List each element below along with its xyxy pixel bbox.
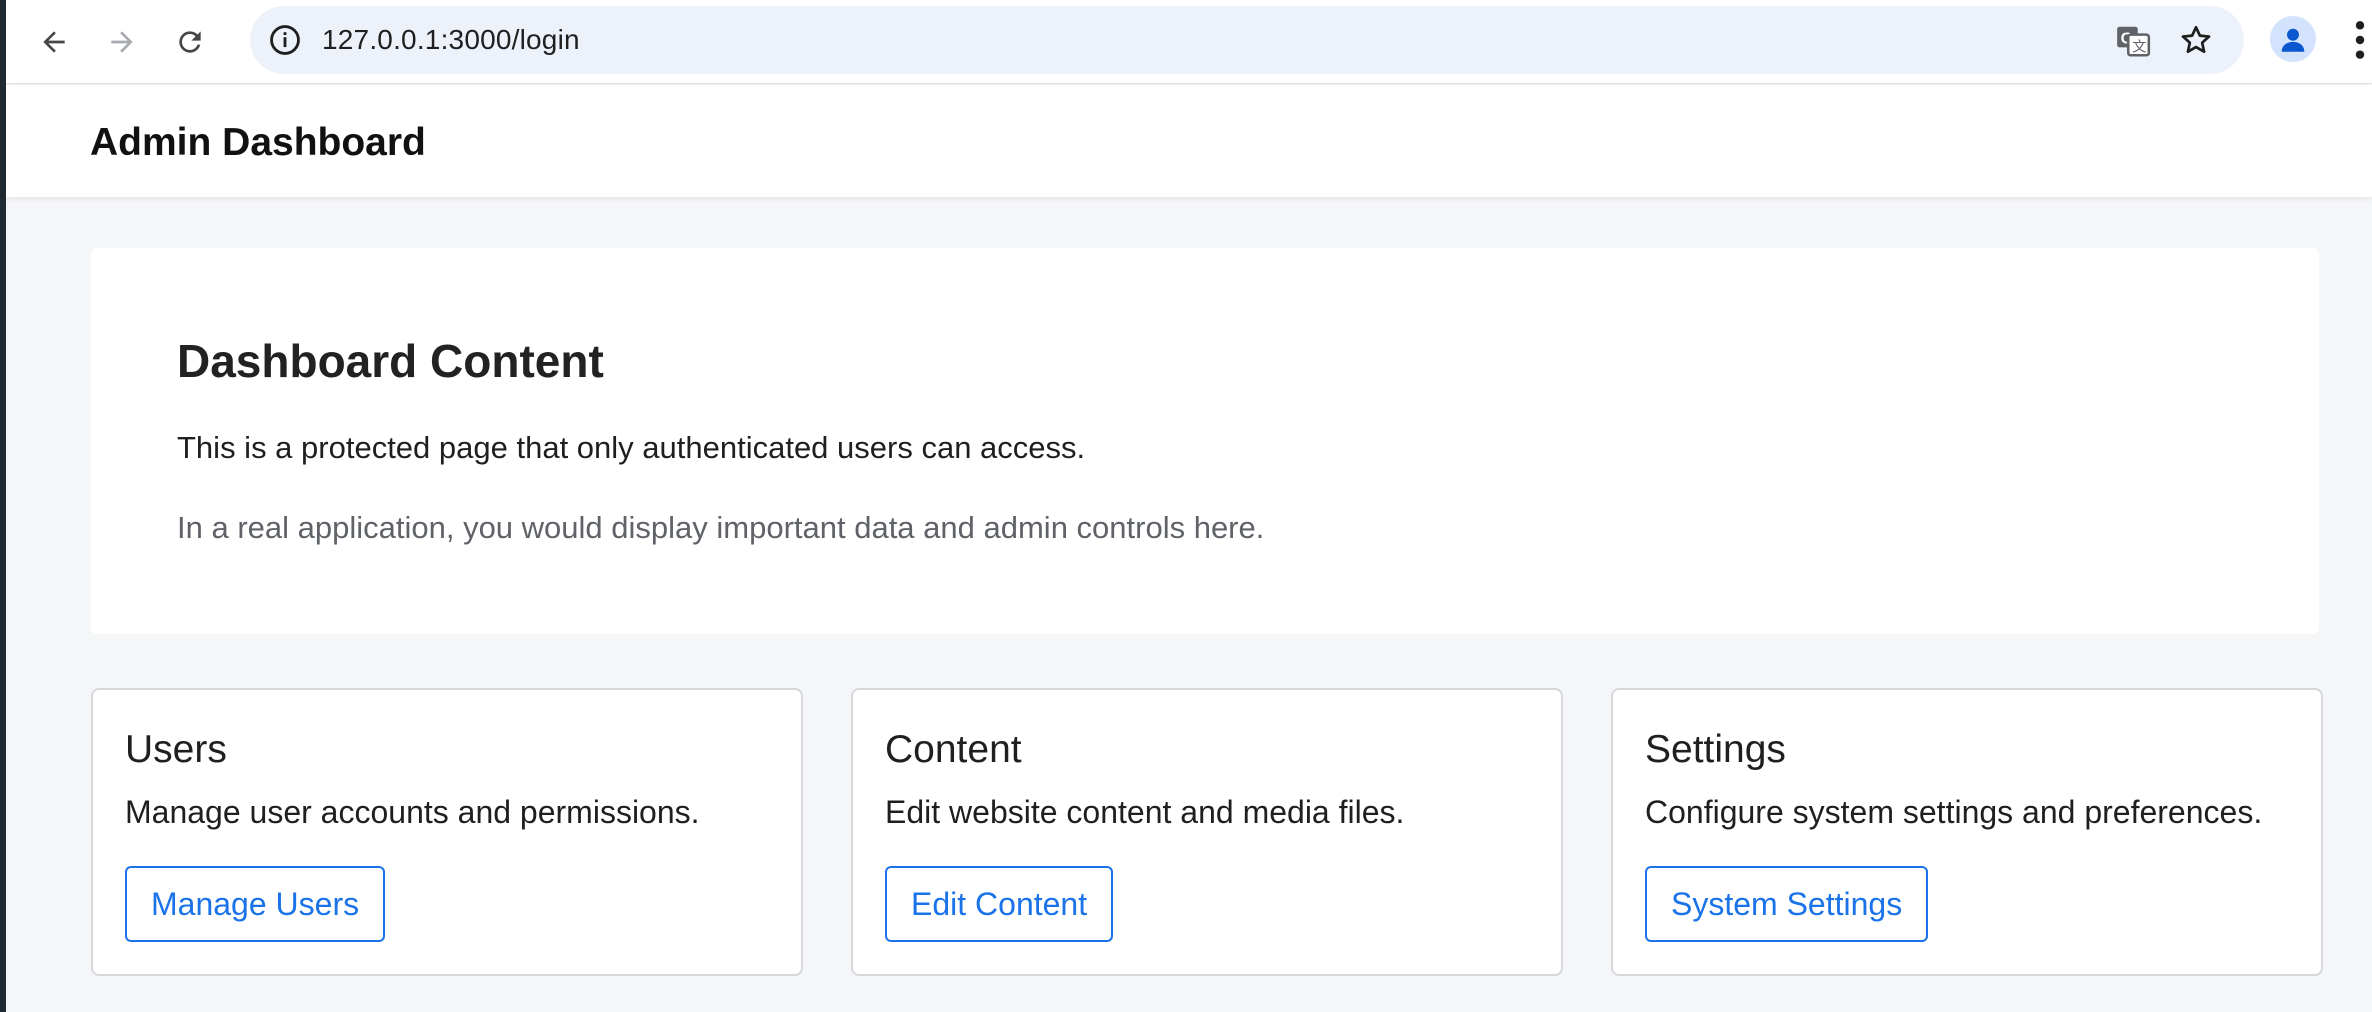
- app-title: Admin Dashboard: [90, 121, 426, 164]
- profile-icon: [2281, 28, 2305, 52]
- users-card: Users Manage user accounts and permissio…: [91, 688, 803, 976]
- content-card: Content Edit website content and media f…: [851, 688, 1563, 976]
- translate-icon[interactable]: G 文: [2114, 22, 2152, 60]
- star-icon[interactable]: [2178, 22, 2214, 58]
- info-icon[interactable]: [268, 23, 302, 57]
- reload-icon: [179, 31, 201, 53]
- card-title: Content: [885, 728, 1022, 771]
- intro-text: This is a protected page that only authe…: [177, 430, 1086, 465]
- svg-text:文: 文: [2132, 38, 2146, 55]
- page-title: Dashboard Content: [177, 335, 604, 387]
- app-header: Admin Dashboard: [6, 85, 2372, 197]
- url-text[interactable]: 127.0.0.1:3000/login: [322, 24, 580, 56]
- menu-icon[interactable]: [2348, 18, 2372, 62]
- forward-icon: [111, 31, 133, 53]
- card-description: Manage user accounts and permissions.: [125, 794, 700, 830]
- edit-content-button[interactable]: Edit Content: [885, 866, 1114, 942]
- card-title: Users: [125, 728, 227, 771]
- dashboard-content-panel: Dashboard Content This is a protected pa…: [91, 248, 2319, 634]
- address-bar[interactable]: 127.0.0.1:3000/login G 文: [250, 6, 2244, 74]
- secondary-text: In a real application, you would display…: [177, 510, 1265, 545]
- system-settings-button[interactable]: System Settings: [1645, 866, 1929, 942]
- card-description: Edit website content and media files.: [885, 794, 1405, 830]
- reload-button[interactable]: [162, 14, 218, 70]
- forward-button[interactable]: [94, 14, 150, 70]
- card-description: Configure system settings and preference…: [1645, 794, 2263, 830]
- back-icon: [43, 31, 65, 53]
- card-title: Settings: [1645, 728, 1786, 771]
- back-button[interactable]: [26, 14, 82, 70]
- settings-card: Settings Configure system settings and p…: [1611, 688, 2323, 976]
- browser-toolbar: 127.0.0.1:3000/login G 文: [6, 0, 2372, 84]
- profile-button[interactable]: [2270, 16, 2316, 62]
- manage-users-button[interactable]: Manage Users: [125, 866, 386, 942]
